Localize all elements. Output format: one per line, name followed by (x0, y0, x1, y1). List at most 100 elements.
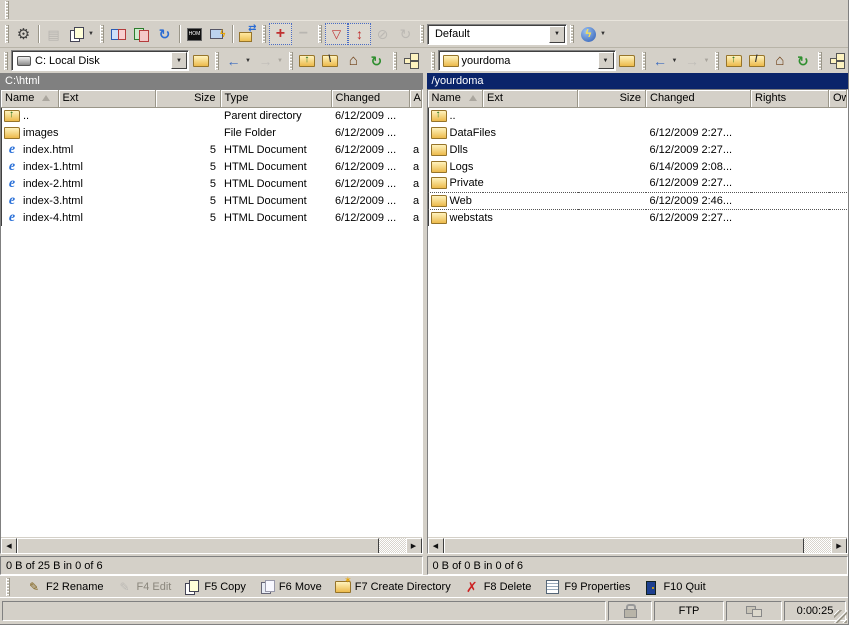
scroll-left-button[interactable]: ◀ (428, 538, 444, 554)
forward-button[interactable] (680, 50, 703, 72)
file-row-Private[interactable]: Private6/12/2009 2:27... (428, 175, 847, 192)
file-row-index.html[interactable]: index.html5HTML Document6/12/2009 ...a (1, 141, 421, 158)
file-row-index-4.html[interactable]: index-4.html5HTML Document6/12/2009 ...a (1, 209, 421, 226)
filter-button[interactable] (325, 23, 348, 45)
file-row-index-2.html[interactable]: index-2.html5HTML Document6/12/2009 ...a (1, 175, 421, 192)
toolbar-grip[interactable] (393, 52, 397, 70)
file-row-DataFiles[interactable]: DataFiles6/12/2009 2:27... (428, 124, 847, 141)
file-row-images[interactable]: imagesFile Folder6/12/2009 ... (1, 124, 421, 141)
scroll-track[interactable] (804, 538, 831, 553)
scroll-right-button[interactable]: ▶ (406, 538, 422, 554)
local-horizontal-scrollbar[interactable]: ◀ ▶ (1, 537, 422, 553)
root-slash-button[interactable] (745, 50, 768, 72)
refresh-dir-button[interactable] (365, 50, 388, 72)
func-f5-button[interactable]: F5 Copy (184, 579, 246, 595)
toolbar-grip[interactable] (289, 52, 293, 70)
toolbar-grip[interactable] (215, 52, 219, 70)
copy-pages-button[interactable] (65, 23, 88, 45)
local-path-bar[interactable]: C:\html (0, 73, 423, 89)
column-header-attr[interactable]: Attr (409, 90, 421, 107)
file-row-..[interactable]: .. (428, 107, 847, 124)
toolbar-grip[interactable] (318, 25, 322, 43)
combo-dropdown-button[interactable]: ▼ (549, 26, 565, 43)
back-button[interactable] (649, 50, 672, 72)
column-header-size[interactable]: Size (155, 90, 220, 107)
toolbar-grip[interactable] (818, 52, 822, 70)
column-header-size[interactable]: Size (578, 90, 646, 107)
drive-selector[interactable]: C: Local Disk▼ (11, 50, 189, 71)
func-f6-button[interactable]: F6 Move (259, 579, 322, 595)
file-row-Web[interactable]: Web6/12/2009 2:46... (428, 192, 847, 209)
toolbar-grip[interactable] (431, 52, 435, 70)
column-header-ext[interactable]: Ext (58, 90, 155, 107)
file-row-Logs[interactable]: Logs6/14/2009 2:08... (428, 158, 847, 175)
funcbar-grip[interactable] (6, 578, 10, 596)
console-button[interactable] (183, 23, 206, 45)
home-button[interactable] (768, 50, 791, 72)
file-row-webstats[interactable]: webstats6/12/2009 2:27... (428, 209, 847, 226)
dropdown-caret[interactable]: ▼ (703, 58, 712, 64)
toolbar-grip[interactable] (4, 52, 8, 70)
column-header-changed[interactable]: Changed (331, 90, 409, 107)
remote-directory-selector[interactable]: yourdoma▼ (438, 50, 616, 71)
dropdown-caret[interactable]: ▼ (88, 31, 97, 37)
remote-path-bar[interactable]: /yourdoma (427, 73, 849, 89)
func-f10-button[interactable]: F10 Quit (643, 579, 705, 595)
unselect-minus-button[interactable] (292, 23, 315, 45)
no-filter-button[interactable] (371, 23, 394, 45)
home-button[interactable] (342, 50, 365, 72)
synchronize-button[interactable] (236, 23, 259, 45)
func-f9-button[interactable]: F9 Properties (544, 579, 630, 595)
toolbar-grip[interactable] (262, 25, 266, 43)
list-empty-area[interactable] (428, 226, 848, 537)
open-dir-button[interactable] (189, 50, 212, 72)
column-header-owner[interactable]: Owner (829, 90, 847, 107)
func-f4-button[interactable]: F4 Edit (116, 579, 171, 595)
column-header-ext[interactable]: Ext (483, 90, 578, 107)
func-f2-button[interactable]: F2 Rename (26, 579, 103, 595)
up-dir-button[interactable] (722, 50, 745, 72)
toolbar-grip[interactable] (715, 52, 719, 70)
scroll-track[interactable] (379, 538, 406, 553)
scroll-thumb[interactable] (444, 538, 805, 554)
up-dir-button[interactable] (296, 50, 319, 72)
func-f8-button[interactable]: F8 Delete (464, 579, 532, 595)
new-session-button[interactable] (206, 23, 229, 45)
list-empty-area[interactable] (1, 226, 422, 537)
select-plus-button[interactable] (269, 23, 292, 45)
refresh-dir-button[interactable] (791, 50, 814, 72)
column-header-rights[interactable]: Rights (751, 90, 829, 107)
forward-button[interactable] (254, 50, 277, 72)
swap-panels-button[interactable] (130, 23, 153, 45)
gear-button[interactable] (12, 23, 35, 45)
menu-grip[interactable] (5, 1, 9, 19)
reload-gray-button[interactable] (394, 23, 417, 45)
sort-updown-button[interactable] (348, 23, 371, 45)
tree-button[interactable] (400, 50, 423, 72)
combo-dropdown-button[interactable]: ▼ (598, 52, 614, 69)
file-row-Dlls[interactable]: Dlls6/12/2009 2:27... (428, 141, 847, 158)
tree-button[interactable] (825, 50, 848, 72)
sync-browsing-button[interactable] (107, 23, 130, 45)
toolbar-grip[interactable] (570, 25, 574, 43)
scroll-thumb[interactable] (17, 538, 379, 554)
open-dir-button[interactable] (616, 50, 639, 72)
resize-grip[interactable] (834, 610, 847, 623)
column-header-changed[interactable]: Changed (646, 90, 751, 107)
toolbar-grip[interactable] (642, 52, 646, 70)
dropdown-caret[interactable]: ▼ (245, 58, 254, 64)
func-f7-button[interactable]: F7 Create Directory (335, 579, 451, 595)
scroll-left-button[interactable]: ◀ (1, 538, 17, 554)
dropdown-caret[interactable]: ▼ (672, 58, 681, 64)
file-row-index-1.html[interactable]: index-1.html5HTML Document6/12/2009 ...a (1, 158, 421, 175)
sessions-button[interactable] (42, 23, 65, 45)
column-header-name[interactable]: Name (1, 90, 58, 107)
toolbar-grip[interactable] (100, 25, 104, 43)
combo-dropdown-button[interactable]: ▼ (171, 52, 187, 69)
file-row-index-3.html[interactable]: index-3.html5HTML Document6/12/2009 ...a (1, 192, 421, 209)
dropdown-caret[interactable]: ▼ (277, 58, 286, 64)
dropdown-caret[interactable]: ▼ (600, 31, 609, 37)
column-header-name[interactable]: Name (428, 90, 483, 107)
root-backslash-button[interactable] (319, 50, 342, 72)
column-header-type[interactable]: Type (220, 90, 331, 107)
